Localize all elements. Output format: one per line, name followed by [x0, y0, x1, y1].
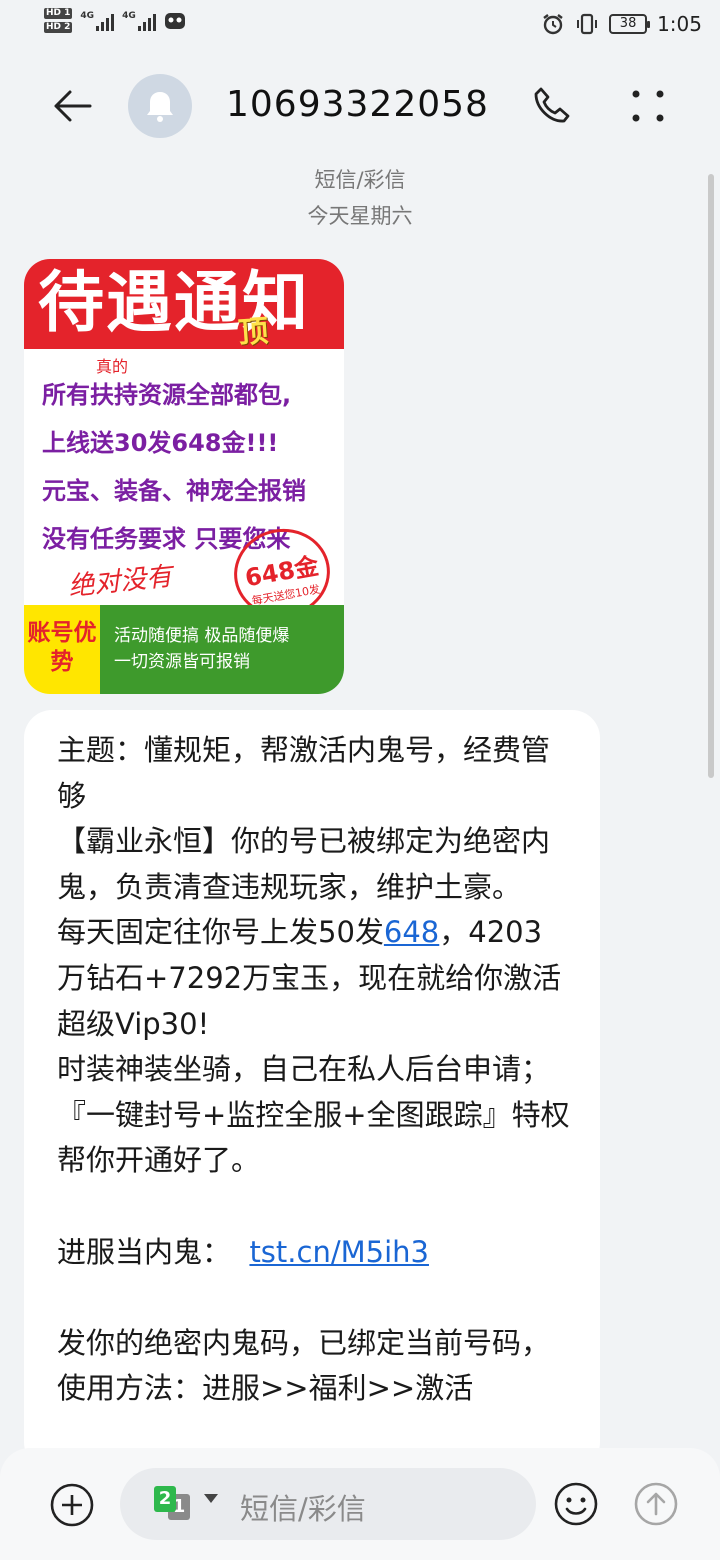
signal2-icon: 4G: [122, 11, 156, 31]
mms-green-line-2: 一切资源皆可报销: [114, 652, 250, 672]
send-icon[interactable]: [632, 1480, 680, 1528]
vibrate-icon: [577, 13, 598, 35]
mms-line-3: 元宝、装备、神宠全报销: [42, 477, 306, 505]
message-input[interactable]: 1 2 短信/彩信: [120, 1468, 536, 1540]
mms-green-panel: 活动随便搞 极品随便爆 一切资源皆可报销: [100, 605, 344, 694]
more-options-icon[interactable]: [626, 84, 670, 128]
net1-label: 4G: [80, 10, 95, 21]
mms-title: 待遇通知: [38, 264, 310, 341]
message-type-label: 短信/彩信: [314, 168, 406, 192]
status-right: 38 1:05: [541, 12, 702, 36]
battery-icon: 38: [609, 14, 651, 34]
amount-link[interactable]: 648: [384, 915, 439, 949]
message-part-2: ，4203万钻石+7292万宝玉，现在就给你激活超级Vip30! 时装神装坐骑，…: [57, 915, 570, 1269]
mms-note: 真的: [96, 357, 129, 376]
conversation-header: 10693322058: [0, 70, 720, 142]
message-text: 主题：懂规矩，帮激活内鬼号，经费管够 【霸业永恒】你的号已被绑定为绝密内鬼，负责…: [57, 728, 570, 1412]
scrollbar[interactable]: [708, 174, 714, 778]
mms-green-line-1: 活动随便搞 极品随便爆: [114, 626, 290, 646]
app-notification-icon: [164, 12, 185, 29]
net2-label: 4G: [122, 10, 136, 21]
mms-body: 真的 所有扶持资源全部都包, 上线送30发648金!!! 元宝、装备、神宠全报销…: [24, 349, 344, 625]
status-left: HD 1 HD 2 4G 4G: [44, 8, 186, 33]
date-label: 今天星期六: [307, 204, 413, 228]
mms-badge: 账号优势: [24, 605, 100, 694]
contact-number: 10693322058: [226, 84, 489, 125]
back-arrow-icon[interactable]: [50, 84, 94, 128]
mms-line-2: 上线送30发648金!!!: [42, 429, 279, 457]
phone-call-icon[interactable]: [530, 84, 574, 128]
mms-line-1: 所有扶持资源全部都包,: [42, 381, 292, 409]
mms-scrawl: 绝对没有: [66, 561, 174, 603]
hd2-badge: HD 2: [44, 22, 73, 33]
status-bar: HD 1 HD 2 4G 4G 38 1:05: [0, 0, 720, 52]
mms-image[interactable]: 待遇通知 顶 真的 所有扶持资源全部都包, 上线送30发648金!!! 元宝、装…: [24, 259, 344, 694]
clock: 1:05: [657, 12, 702, 36]
add-attachment-icon[interactable]: [48, 1481, 96, 1529]
url-link[interactable]: tst.cn/M5ih3: [249, 1235, 429, 1269]
hd1-badge: HD 1: [44, 8, 73, 19]
chevron-down-icon[interactable]: [204, 1494, 218, 1503]
contact-avatar[interactable]: [128, 74, 192, 138]
signal1-icon: 4G: [80, 10, 115, 31]
message-bubble[interactable]: 主题：懂规矩，帮激活内鬼号，经费管够 【霸业永恒】你的号已被绑定为绝密内鬼，负责…: [24, 710, 600, 1470]
hd-indicators: HD 1 HD 2: [44, 8, 73, 33]
input-placeholder: 短信/彩信: [240, 1492, 366, 1526]
conversation-subtitle: 短信/彩信 今天星期六: [0, 162, 720, 234]
mms-footer: 账号优势 活动随便搞 极品随便爆 一切资源皆可报销: [24, 605, 344, 694]
mms-tag: 顶: [237, 313, 270, 351]
mms-banner: 待遇通知 顶: [24, 259, 344, 351]
message-part-3: 发你的绝密内鬼码，已绑定当前号码，使用方法：进服>>福利>>激活: [57, 1325, 551, 1406]
sim2-icon: 2: [154, 1486, 176, 1512]
sim-selector[interactable]: 1 2: [154, 1484, 198, 1524]
alarm-icon: [543, 14, 563, 35]
emoji-icon[interactable]: [552, 1480, 600, 1528]
compose-bar: 1 2 短信/彩信: [0, 1448, 720, 1560]
bell-icon: [147, 92, 173, 122]
